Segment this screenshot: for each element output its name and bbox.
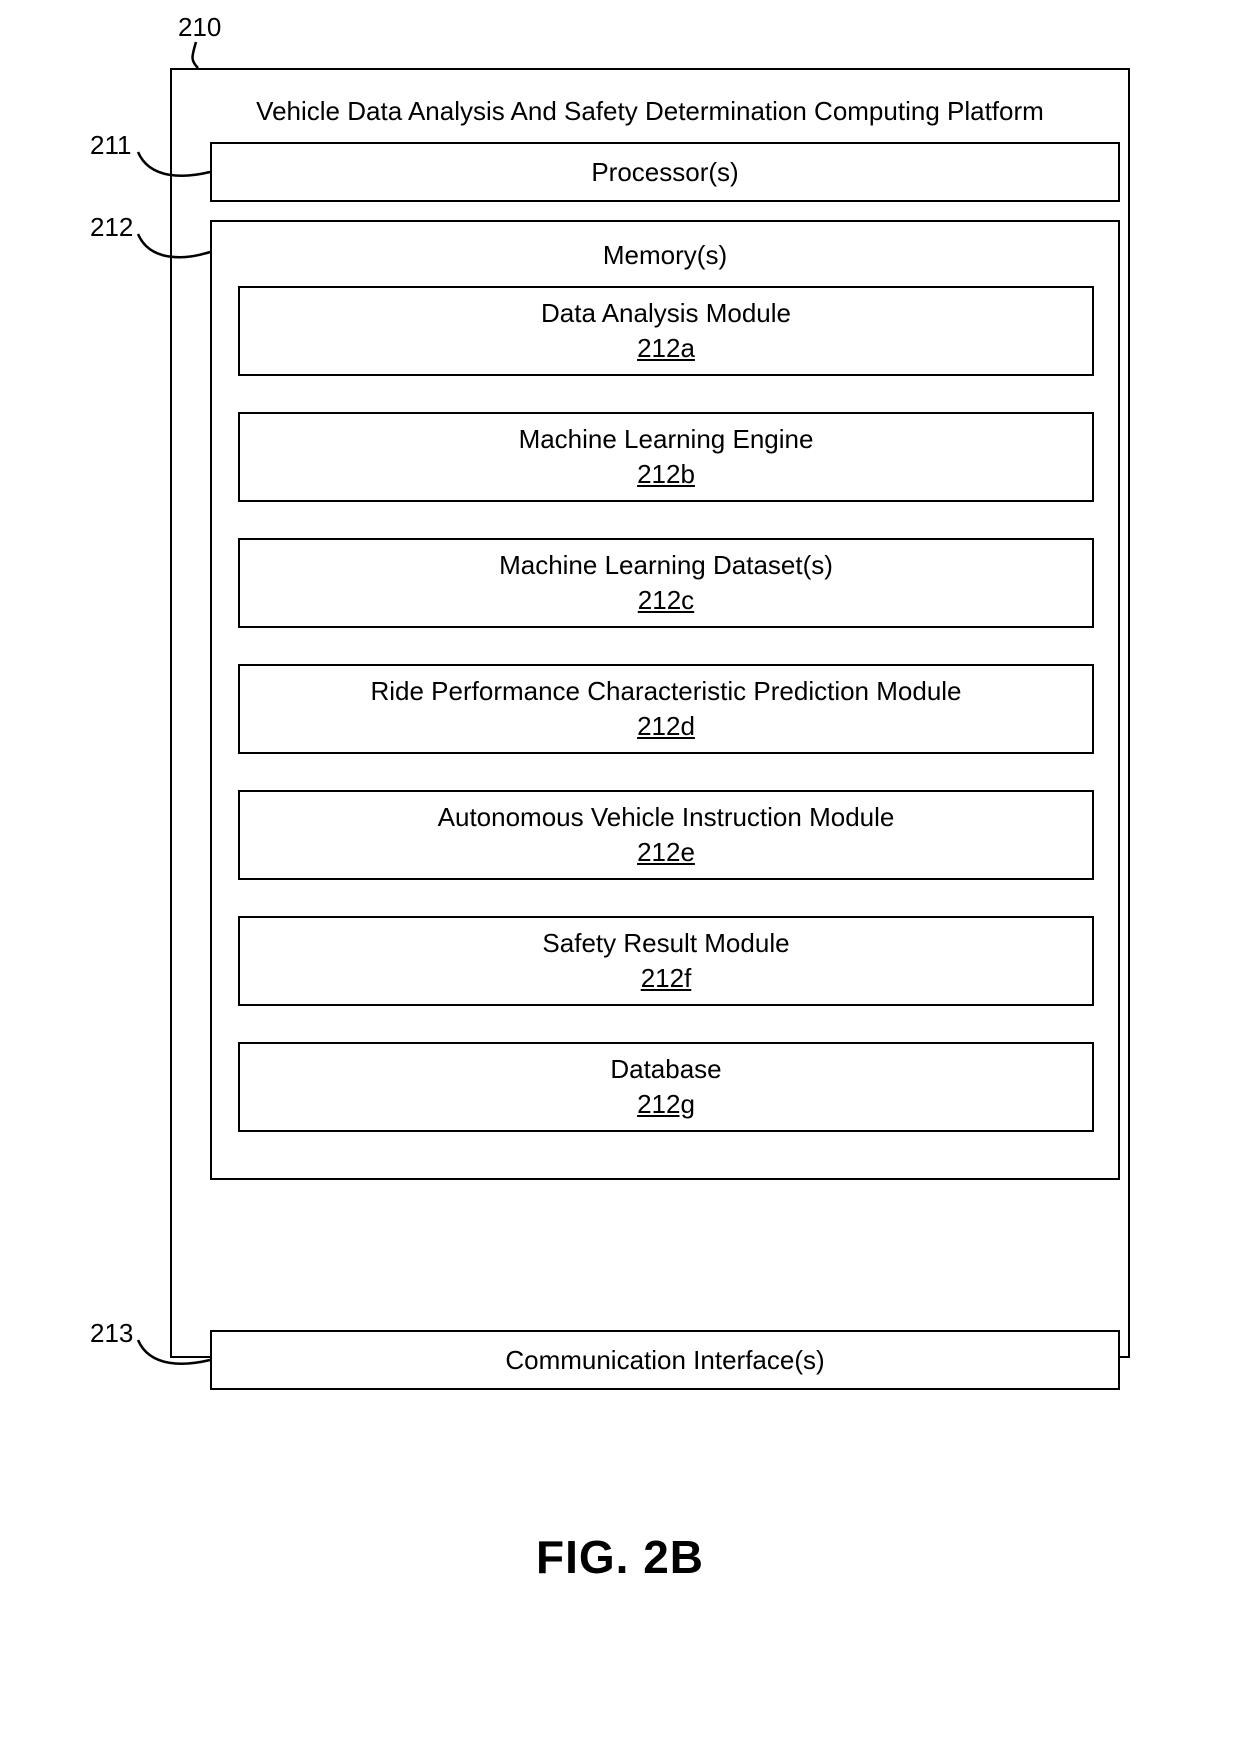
module-name: Machine Learning Dataset(s) bbox=[499, 548, 833, 583]
module-box-212a: Data Analysis Module 212a bbox=[238, 286, 1094, 376]
module-name: Ride Performance Characteristic Predicti… bbox=[370, 674, 961, 709]
module-ref: 212d bbox=[637, 709, 695, 744]
processors-label: Processor(s) bbox=[591, 157, 738, 188]
processors-box: Processor(s) bbox=[210, 142, 1120, 202]
module-ref: 212a bbox=[637, 331, 695, 366]
memory-title: Memory(s) bbox=[212, 240, 1118, 271]
module-ref: 212e bbox=[637, 835, 695, 870]
module-box-212b: Machine Learning Engine 212b bbox=[238, 412, 1094, 502]
module-box-212c: Machine Learning Dataset(s) 212c bbox=[238, 538, 1094, 628]
module-name: Machine Learning Engine bbox=[519, 422, 814, 457]
module-box-212f: Safety Result Module 212f bbox=[238, 916, 1094, 1006]
module-box-212g: Database 212g bbox=[238, 1042, 1094, 1132]
module-name: Autonomous Vehicle Instruction Module bbox=[438, 800, 895, 835]
module-name: Data Analysis Module bbox=[541, 296, 791, 331]
module-box-212d: Ride Performance Characteristic Predicti… bbox=[238, 664, 1094, 754]
module-ref: 212f bbox=[641, 961, 692, 996]
module-ref: 212g bbox=[637, 1087, 695, 1122]
module-ref: 212c bbox=[638, 583, 694, 618]
module-name: Database bbox=[610, 1052, 721, 1087]
module-ref: 212b bbox=[637, 457, 695, 492]
module-box-212e: Autonomous Vehicle Instruction Module 21… bbox=[238, 790, 1094, 880]
diagram-canvas: 210 211 212 213 Vehicle Data Analysis An… bbox=[0, 0, 1240, 1760]
comm-interface-label: Communication Interface(s) bbox=[505, 1345, 824, 1376]
module-name: Safety Result Module bbox=[542, 926, 789, 961]
platform-title: Vehicle Data Analysis And Safety Determi… bbox=[172, 96, 1128, 127]
comm-interface-box: Communication Interface(s) bbox=[210, 1330, 1120, 1390]
figure-caption: FIG. 2B bbox=[0, 1530, 1240, 1584]
